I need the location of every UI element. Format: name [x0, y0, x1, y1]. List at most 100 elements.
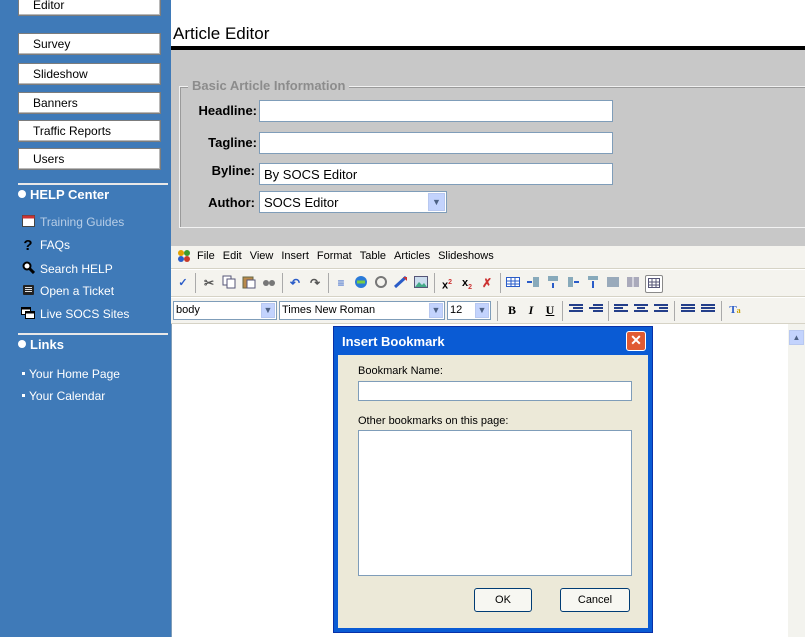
- bullet-icon: [18, 190, 26, 198]
- search-help-link[interactable]: Search HELP: [21, 261, 113, 276]
- insert-column-icon[interactable]: [525, 275, 541, 291]
- search-help-label: Search HELP: [40, 262, 113, 276]
- italic-icon[interactable]: I: [523, 302, 539, 318]
- nav-slideshow-button[interactable]: Slideshow: [18, 63, 161, 85]
- bullet-icon: [18, 340, 26, 348]
- page-title: Article Editor: [173, 24, 270, 43]
- merge-cells-icon[interactable]: [605, 275, 621, 291]
- bullet-icon: [22, 372, 25, 375]
- outdent-icon[interactable]: [569, 304, 583, 316]
- chevron-down-icon: ▼: [428, 193, 445, 211]
- close-icon[interactable]: ✕: [626, 331, 646, 351]
- horizontal-rule-icon[interactable]: ≡: [333, 275, 349, 291]
- align-right-icon[interactable]: [654, 304, 668, 316]
- spellcheck-icon[interactable]: ✓: [175, 275, 191, 291]
- delete-row-icon[interactable]: [585, 275, 601, 291]
- indent-icon[interactable]: [589, 304, 603, 316]
- editor-toolbar-main: ✓ ✂ ↶ ↷ ≡ x2 x2 ✗: [171, 270, 805, 297]
- headline-input[interactable]: [259, 100, 613, 122]
- split-cells-icon[interactable]: [625, 275, 641, 291]
- nav-traffic-reports-button[interactable]: Traffic Reports: [18, 120, 161, 142]
- menu-articles[interactable]: Articles: [390, 246, 434, 266]
- your-calendar-link[interactable]: Your Calendar: [22, 389, 105, 403]
- open-ticket-label: Open a Ticket: [40, 284, 115, 298]
- headline-label: Headline:: [198, 103, 257, 118]
- size-select[interactable]: 12 ▼: [447, 301, 491, 320]
- dialog-title: Insert Bookmark: [342, 334, 445, 349]
- delete-column-icon[interactable]: [565, 275, 581, 291]
- nav-users-button[interactable]: Users: [18, 148, 161, 170]
- training-guides-label: Training Guides: [40, 215, 125, 229]
- menu-view[interactable]: View: [246, 246, 278, 266]
- bookmark-name-label: Bookmark Name:: [358, 365, 443, 377]
- menu-format[interactable]: Format: [313, 246, 356, 266]
- align-left-icon[interactable]: [614, 304, 628, 316]
- subscript-icon[interactable]: x2: [459, 275, 475, 291]
- live-socs-sites-link[interactable]: Live SOCS Sites: [21, 307, 129, 321]
- ok-button[interactable]: OK: [474, 588, 532, 612]
- toolbar-separator: [282, 273, 283, 293]
- chevron-down-icon: ▼: [429, 303, 443, 318]
- size-select-value: 12: [450, 304, 463, 316]
- paste-icon[interactable]: [241, 275, 257, 291]
- insert-link-icon[interactable]: [353, 275, 369, 291]
- other-bookmarks-label: Other bookmarks on this page:: [358, 415, 509, 427]
- bookmarks-list[interactable]: [358, 430, 632, 576]
- ordered-list-icon[interactable]: [681, 304, 695, 316]
- nav-editor-button[interactable]: Editor: [18, 0, 161, 16]
- style-select[interactable]: body ▼: [173, 301, 277, 320]
- links-title: Links: [30, 337, 64, 352]
- font-select[interactable]: Times New Roman ▼: [279, 301, 445, 320]
- superscript-icon[interactable]: x2: [439, 275, 455, 292]
- training-guides-link[interactable]: Training Guides: [21, 215, 124, 229]
- bookmark-name-input[interactable]: [358, 381, 632, 401]
- bookmark-icon[interactable]: [393, 275, 409, 291]
- unordered-list-icon[interactable]: [701, 304, 715, 316]
- bullet-icon: [22, 394, 25, 397]
- tagline-input[interactable]: [259, 132, 613, 154]
- menu-slideshows[interactable]: Slideshows: [434, 246, 498, 266]
- redo-icon[interactable]: ↷: [307, 275, 323, 291]
- faqs-link[interactable]: ? FAQs: [21, 237, 70, 254]
- magnifier-icon: [21, 261, 35, 275]
- underline-icon[interactable]: U: [542, 302, 558, 318]
- scroll-up-icon[interactable]: ▲: [789, 330, 804, 345]
- menu-insert[interactable]: Insert: [277, 246, 313, 266]
- align-center-icon[interactable]: [634, 304, 648, 316]
- bold-icon[interactable]: B: [504, 302, 520, 318]
- unlink-icon[interactable]: [373, 275, 389, 291]
- editor-scrollbar[interactable]: [788, 324, 805, 637]
- chevron-down-icon: ▼: [261, 303, 275, 318]
- fieldset-legend: Basic Article Information: [188, 78, 350, 93]
- sidebar: Editor Survey Slideshow Banners Traffic …: [0, 0, 171, 637]
- open-ticket-link[interactable]: Open a Ticket: [21, 284, 114, 298]
- question-icon: ?: [23, 237, 33, 254]
- nav-banners-button[interactable]: Banners: [18, 92, 161, 114]
- editor-menubar: File Edit View Insert Format Table Articles Sli…: [171, 246, 805, 269]
- editor-logo-icon: [177, 249, 191, 263]
- copy-icon[interactable]: [221, 275, 237, 291]
- menu-table[interactable]: Table: [356, 246, 390, 266]
- menu-edit[interactable]: Edit: [219, 246, 246, 266]
- cancel-button[interactable]: Cancel: [560, 588, 630, 612]
- tagline-label: Tagline:: [208, 135, 257, 150]
- find-icon[interactable]: [261, 275, 277, 291]
- insert-row-icon[interactable]: [545, 275, 561, 291]
- author-select[interactable]: SOCS Editor ▼: [259, 191, 447, 213]
- toolbar-separator: [434, 273, 435, 293]
- undo-icon[interactable]: ↶: [287, 275, 303, 291]
- nav-survey-button[interactable]: Survey: [18, 33, 161, 55]
- your-home-page-link[interactable]: Your Home Page: [22, 367, 120, 381]
- text-color-icon[interactable]: Ta: [727, 302, 743, 318]
- insert-table-icon[interactable]: [505, 275, 521, 291]
- menu-file[interactable]: File: [193, 246, 219, 266]
- chevron-down-icon: ▼: [475, 303, 489, 318]
- insert-image-icon[interactable]: [413, 275, 429, 291]
- byline-input[interactable]: [259, 163, 613, 185]
- toolbar-separator: [721, 301, 722, 321]
- cut-icon[interactable]: ✂: [201, 275, 217, 291]
- table-properties-icon[interactable]: [645, 275, 663, 293]
- remove-format-icon[interactable]: ✗: [479, 275, 495, 291]
- your-calendar-label: Your Calendar: [29, 389, 106, 403]
- book-icon: [21, 215, 35, 227]
